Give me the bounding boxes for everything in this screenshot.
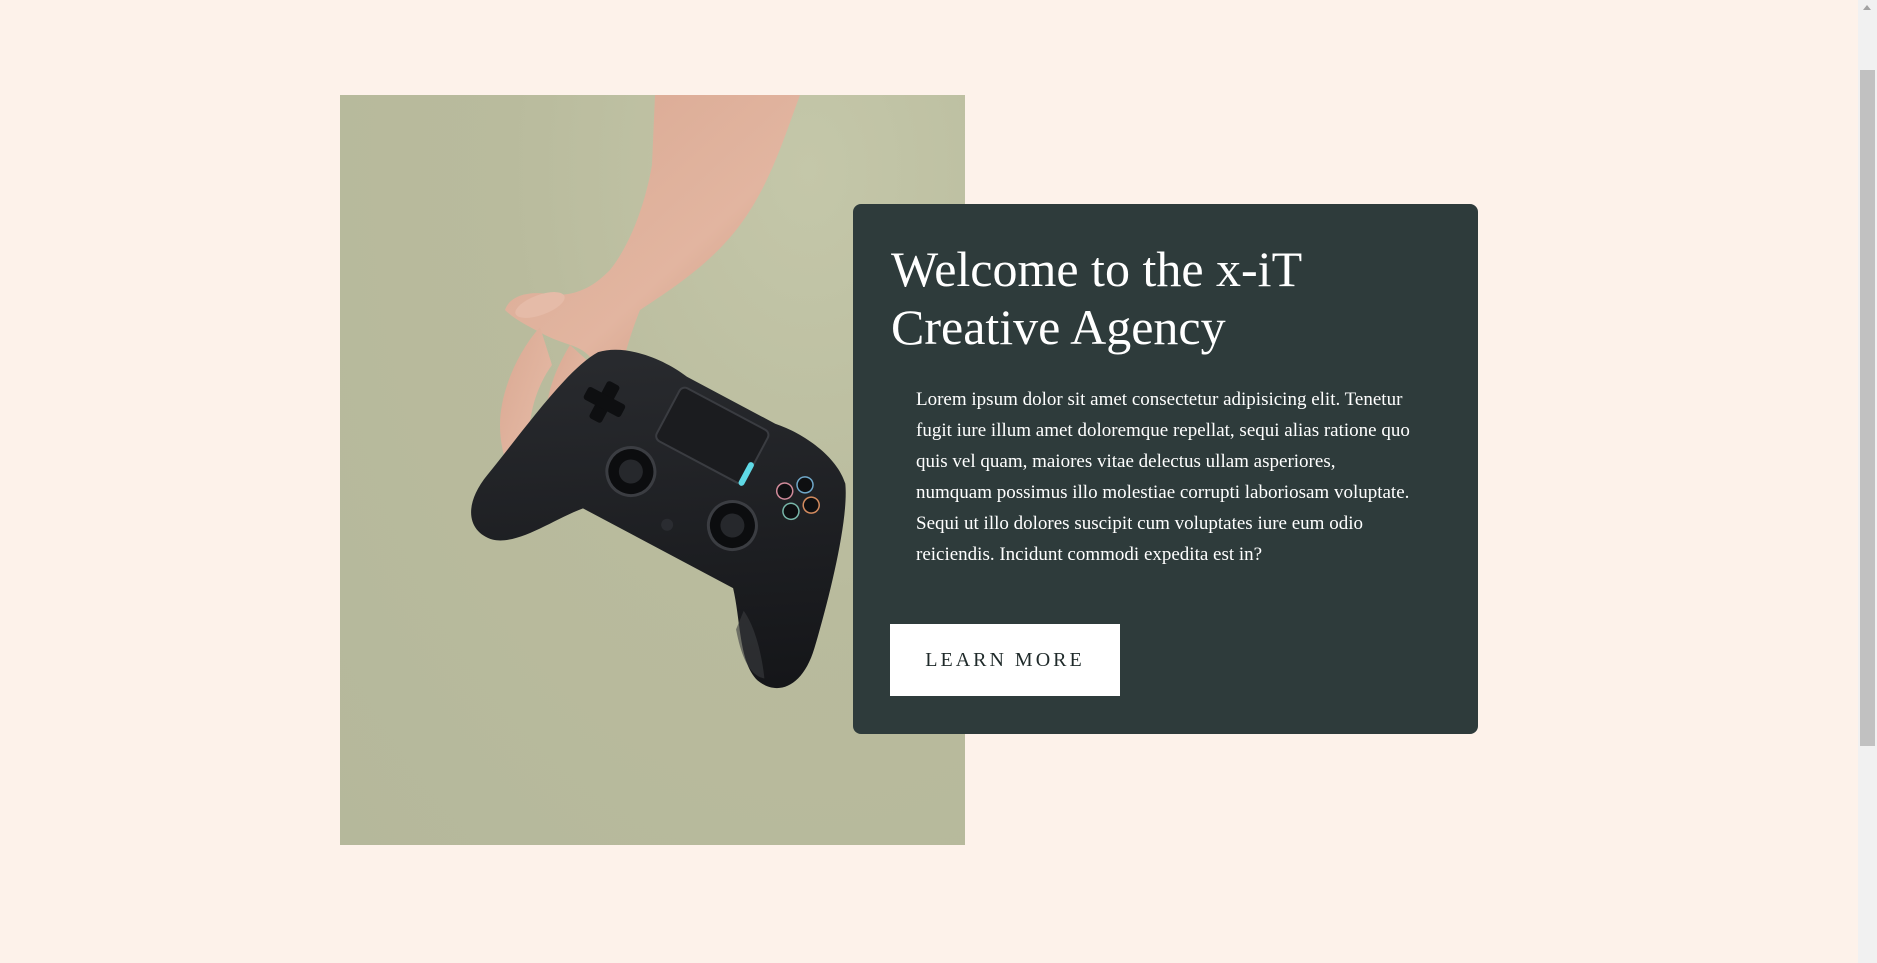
scrollbar-thumb[interactable] <box>1860 70 1875 746</box>
hero-description: Lorem ipsum dolor sit amet consectetur a… <box>916 389 1410 565</box>
hero-card: Welcome to the x-iT Creative Agency Lore… <box>853 204 1478 734</box>
vertical-scrollbar[interactable] <box>1858 0 1877 963</box>
hero-title: Welcome to the x-iT Creative Agency <box>891 241 1302 355</box>
learn-more-button[interactable]: LEARN MORE <box>890 624 1120 696</box>
page: Welcome to the x-iT Creative Agency Lore… <box>0 0 1858 963</box>
triangle-up-icon[interactable] <box>1858 0 1877 17</box>
